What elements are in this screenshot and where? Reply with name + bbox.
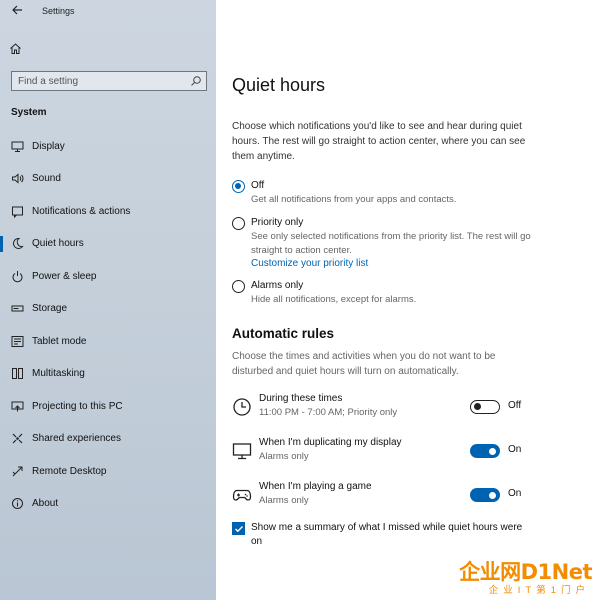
storage-icon xyxy=(10,302,24,316)
summary-checkbox-row[interactable]: Show me a summary of what I missed while… xyxy=(232,521,536,549)
sidebar-item-label: Power & sleep xyxy=(32,270,97,282)
page-title: Quiet hours xyxy=(232,75,326,95)
toggle-state-label: On xyxy=(508,444,522,455)
speaker-icon xyxy=(10,172,24,186)
watermark-logo: 企业网D1Net 企业IT第1门户 xyxy=(422,556,592,596)
sidebar-item-label: Shared experiences xyxy=(32,433,121,445)
rule-title: During these times xyxy=(259,393,343,404)
rule-toggle[interactable] xyxy=(470,400,500,414)
option-description: Hide all notifications, except for alarm… xyxy=(251,294,417,305)
automatic-rules-description: Choose the times and activities when you… xyxy=(232,351,496,377)
option-description: See only selected notifications from the… xyxy=(251,231,531,256)
sidebar-item-remote-desktop[interactable]: Remote Desktop xyxy=(0,455,216,488)
summary-checkbox-label: Show me a summary of what I missed while… xyxy=(251,522,523,547)
checkmark-icon xyxy=(234,525,243,532)
multitasking-icon xyxy=(10,367,24,381)
sidebar-item-display[interactable]: Display xyxy=(0,130,216,163)
rule-title: When I'm playing a game xyxy=(259,481,372,492)
rule-playing-game[interactable]: When I'm playing a game Alarms only On xyxy=(232,481,532,511)
radio-alarms-only[interactable] xyxy=(232,280,245,293)
search-input[interactable] xyxy=(18,74,188,88)
home-icon xyxy=(10,43,21,54)
tablet-icon xyxy=(10,334,24,348)
rule-toggle[interactable] xyxy=(470,488,500,502)
remote-desktop-icon xyxy=(10,464,24,478)
sidebar-item-label: Display xyxy=(32,140,65,152)
rule-subtitle: Alarms only xyxy=(259,495,309,506)
rule-title: When I'm duplicating my display xyxy=(259,437,402,448)
app-title: Settings xyxy=(42,6,75,16)
option-label: Priority only xyxy=(251,217,304,228)
page-description: Choose which notifications you'd like to… xyxy=(232,121,526,162)
customize-priority-list-link[interactable]: Customize your priority list xyxy=(251,257,541,271)
watermark-tagline: 企业IT第1门户 xyxy=(488,585,590,596)
sidebar-item-label: Quiet hours xyxy=(32,238,84,250)
option-priority-only[interactable]: Priority only See only selected notifica… xyxy=(232,216,541,271)
sidebar-section-label: System xyxy=(11,107,47,118)
rule-subtitle: Alarms only xyxy=(259,451,309,462)
option-alarms-only[interactable]: Alarms only Hide all notifications, exce… xyxy=(232,279,541,307)
search-box[interactable] xyxy=(11,71,207,91)
option-description: Get all notifications from your apps and… xyxy=(251,194,457,205)
back-button[interactable] xyxy=(8,3,26,21)
sidebar-item-quiet-hours[interactable]: Quiet hours xyxy=(0,228,216,261)
option-label: Off xyxy=(251,180,265,191)
sidebar-item-shared-experiences[interactable]: Shared experiences xyxy=(0,423,216,456)
rule-subtitle: 11:00 PM - 7:00 AM; Priority only xyxy=(259,407,398,418)
gamepad-icon xyxy=(232,489,252,501)
sidebar-item-notifications[interactable]: Notifications & actions xyxy=(0,195,216,228)
sidebar-item-label: Projecting to this PC xyxy=(32,400,123,412)
moon-icon xyxy=(10,237,24,251)
home-button[interactable] xyxy=(9,42,23,56)
automatic-rules-title: Automatic rules xyxy=(232,326,335,341)
sidebar-item-label: Storage xyxy=(32,303,68,315)
sidebar: Settings System Display Sound Notificati… xyxy=(0,0,216,600)
sidebar-item-label: Tablet mode xyxy=(32,335,87,347)
sidebar-item-label: Remote Desktop xyxy=(32,465,107,477)
option-off[interactable]: Off Get all notifications from your apps… xyxy=(232,179,541,207)
power-icon xyxy=(10,269,24,283)
rule-duplicating-display[interactable]: When I'm duplicating my display Alarms o… xyxy=(232,437,532,467)
sidebar-item-label: About xyxy=(32,498,59,510)
rule-toggle[interactable] xyxy=(470,444,500,458)
sidebar-nav: Display Sound Notifications & actions Qu… xyxy=(0,130,216,520)
main-content: Quiet hours Choose which notifications y… xyxy=(216,0,600,600)
info-icon xyxy=(10,497,24,511)
sidebar-item-label: Notifications & actions xyxy=(32,205,131,217)
sidebar-item-label: Multitasking xyxy=(32,368,85,380)
sidebar-item-tablet-mode[interactable]: Tablet mode xyxy=(0,325,216,358)
sidebar-item-multitasking[interactable]: Multitasking xyxy=(0,358,216,391)
option-label: Alarms only xyxy=(251,280,304,291)
search-icon[interactable] xyxy=(190,75,202,87)
summary-checkbox[interactable] xyxy=(232,522,245,535)
notifications-icon xyxy=(10,204,24,218)
sidebar-item-sound[interactable]: Sound xyxy=(0,163,216,196)
title-bar: Settings xyxy=(0,0,216,24)
toggle-state-label: Off xyxy=(508,400,522,411)
sidebar-item-projecting[interactable]: Projecting to this PC xyxy=(0,390,216,423)
sidebar-item-label: Sound xyxy=(32,173,61,185)
radio-off[interactable] xyxy=(232,180,245,193)
projecting-icon xyxy=(10,399,24,413)
toggle-state-label: On xyxy=(508,488,522,499)
radio-priority-only[interactable] xyxy=(232,217,245,230)
sidebar-item-about[interactable]: About xyxy=(0,488,216,521)
clock-icon xyxy=(233,398,251,416)
sidebar-item-power-sleep[interactable]: Power & sleep xyxy=(0,260,216,293)
monitor-icon xyxy=(10,139,24,153)
monitor-icon xyxy=(232,443,252,460)
back-arrow-icon xyxy=(12,5,22,15)
shared-experiences-icon xyxy=(10,432,24,446)
rule-during-these-times[interactable]: During these times 11:00 PM - 7:00 AM; P… xyxy=(232,393,532,423)
sidebar-item-storage[interactable]: Storage xyxy=(0,293,216,326)
